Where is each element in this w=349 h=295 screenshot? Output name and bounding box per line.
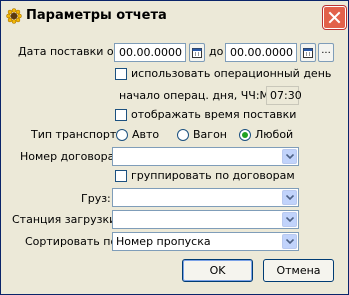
group-by-contracts-label: группировать по договорам [131,169,295,182]
sunflower-app-icon [6,8,22,24]
loading-station-dropdown-button[interactable] [282,212,297,227]
cancel-button[interactable]: Отмена [263,259,334,282]
transport-option-any-label: Любой [255,128,294,141]
delivery-date-to-input[interactable]: 00.00.0000 [225,43,297,62]
sort-by-value: Номер пропуска [116,235,211,248]
contract-number-dropdown-button[interactable] [282,149,297,164]
chevron-down-icon [286,154,294,159]
transport-radio-wagon[interactable] [177,129,189,141]
show-delivery-time-label: отображать время поставки [131,108,297,121]
transport-option-auto-label: Авто [132,128,160,141]
sort-by-label: Сортировать по: [25,235,121,248]
show-delivery-time-checkbox[interactable] [115,109,127,121]
use-operational-day-label: использовать операционный день [131,67,332,80]
transport-radio-any[interactable] [239,129,251,141]
transport-radio-auto[interactable] [116,129,128,141]
cargo-label: Груз: [81,192,111,205]
report-params-dialog: Параметры отчета Дата поставки от: 00.00… [0,0,349,295]
operational-day-start-label: начало операц. дня, ЧЧ:ММ: [119,89,283,102]
sort-by-dropdown-button[interactable] [282,234,297,249]
close-icon [328,11,341,24]
cargo-combo[interactable] [112,188,299,207]
date-more-button[interactable]: ... [318,43,334,62]
chevron-down-icon [286,195,294,200]
calendar-icon [192,48,202,58]
contract-number-combo[interactable] [112,147,299,166]
window-title: Параметры отчета [26,8,167,23]
group-by-contracts-checkbox[interactable] [115,170,127,182]
chevron-down-icon [286,239,294,244]
chevron-down-icon [286,217,294,222]
title-bar[interactable]: Параметры отчета [1,1,348,31]
transport-type-label: Тип транспорта: [31,128,127,141]
delivery-date-label: Дата поставки от: [18,45,124,58]
date-to-calendar-button[interactable] [300,43,316,62]
loading-station-combo[interactable] [112,210,299,229]
transport-option-wagon-label: Вагон [193,128,227,141]
loading-station-label: Станция загрузки: [12,213,120,226]
sort-by-combo[interactable]: Номер пропуска [112,232,299,251]
ok-button[interactable]: OK [182,259,253,282]
contract-number-label: Номер договора: [20,150,119,163]
use-operational-day-checkbox[interactable] [115,68,127,80]
calendar-icon [303,48,313,58]
operational-day-start-input[interactable]: 07:30 [266,86,302,105]
delivery-date-to-label: до [209,45,224,58]
close-button[interactable] [323,6,346,29]
cargo-dropdown-button[interactable] [282,190,297,205]
delivery-date-from-input[interactable]: 00.00.0000 [114,43,186,62]
date-from-calendar-button[interactable] [189,43,205,62]
